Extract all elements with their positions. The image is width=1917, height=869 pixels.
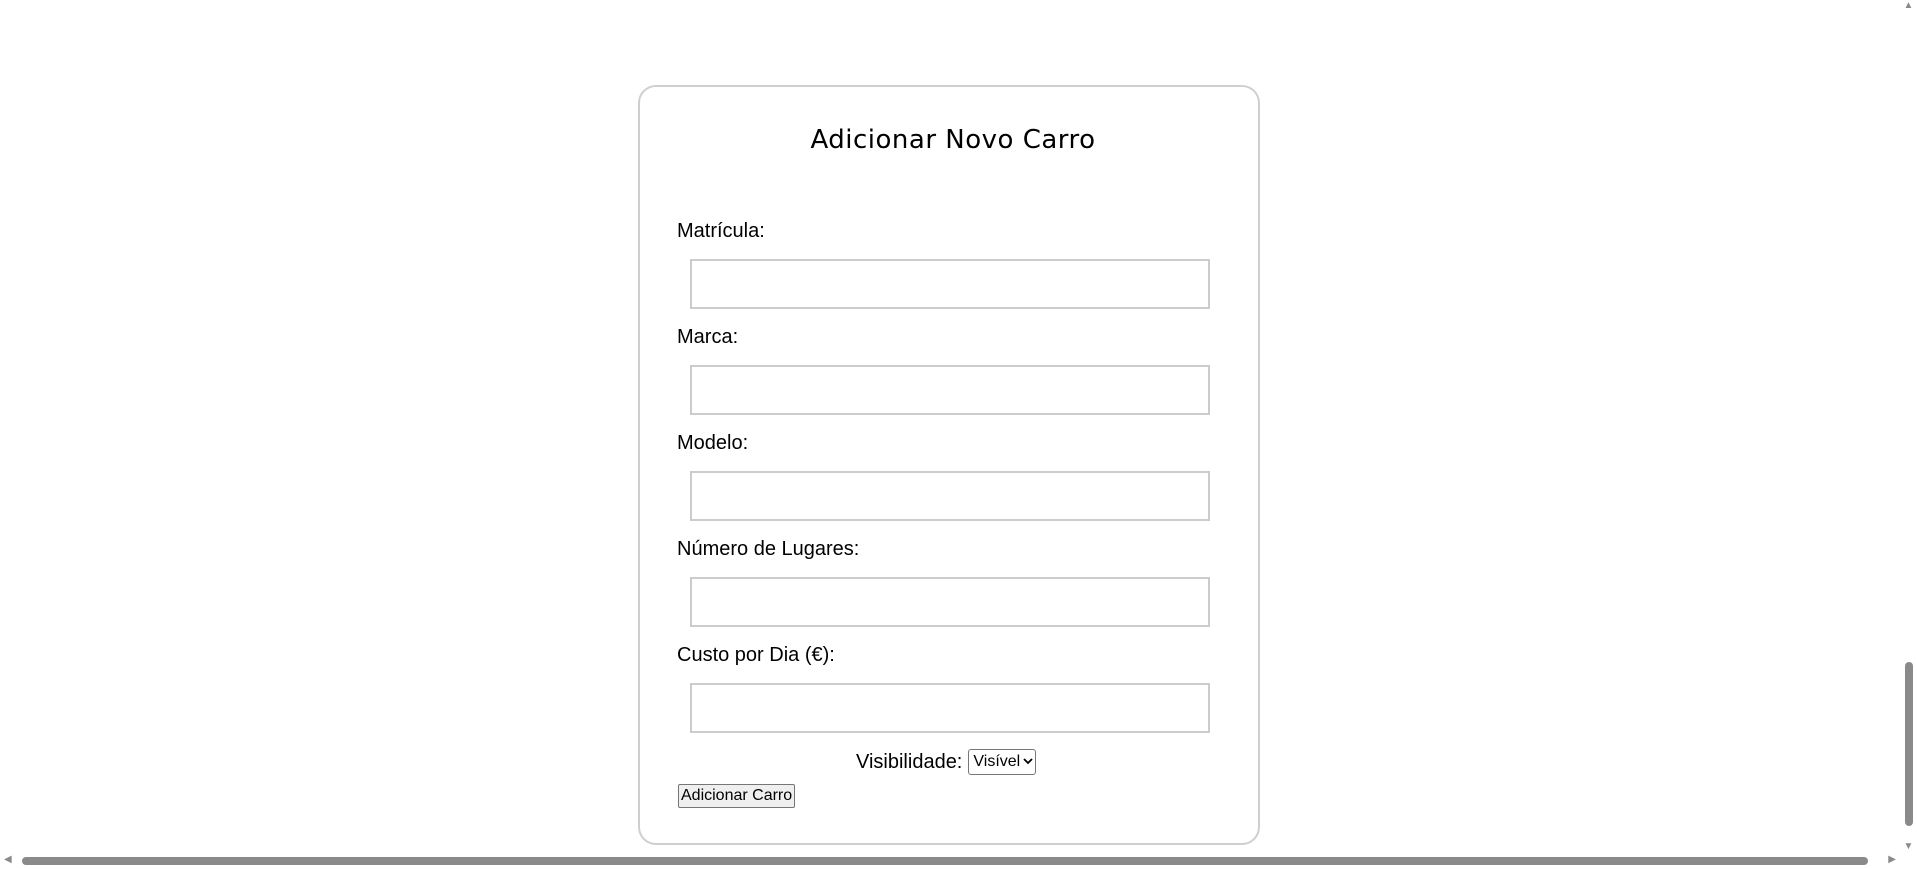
custo-dia-input[interactable] <box>690 683 1210 733</box>
visibility-label: Visibilidade: <box>856 751 963 773</box>
add-car-button[interactable]: Adicionar Carro <box>678 784 796 808</box>
label-numero-lugares: Número de Lugares: <box>677 538 860 560</box>
page-viewport: Adicionar Novo Carro Matrícula: Marca: M… <box>0 0 1917 869</box>
marca-input[interactable] <box>690 365 1210 415</box>
label-custo-dia: Custo por Dia (€): <box>677 644 835 666</box>
arrow-up-icon[interactable]: ▲ <box>1900 0 1917 11</box>
visibility-selected-value: Visível <box>973 753 1021 770</box>
chevron-down-icon <box>1023 749 1033 775</box>
visibility-row: Visibilidade: Visível <box>856 749 1037 775</box>
modelo-input[interactable] <box>690 471 1210 521</box>
arrow-down-icon[interactable]: ▼ <box>1900 841 1917 852</box>
arrow-left-icon[interactable]: ◀ <box>4 854 12 865</box>
label-modelo: Modelo: <box>677 432 749 454</box>
visibility-select[interactable]: Visível <box>968 749 1037 775</box>
vertical-scroll-thumb[interactable] <box>1905 662 1913 826</box>
arrow-right-icon[interactable]: ▶ <box>1888 854 1896 865</box>
vertical-scrollbar[interactable]: ▲ ▼ <box>1900 0 1917 852</box>
numero-lugares-input[interactable] <box>690 577 1210 627</box>
horizontal-scroll-thumb[interactable] <box>22 857 1868 865</box>
matricula-input[interactable] <box>690 259 1210 309</box>
form-title: Adicionar Novo Carro <box>810 125 1096 155</box>
label-matricula: Matrícula: <box>677 220 765 242</box>
label-marca: Marca: <box>677 326 739 348</box>
horizontal-scrollbar[interactable]: ◀ ▶ <box>0 852 1917 869</box>
